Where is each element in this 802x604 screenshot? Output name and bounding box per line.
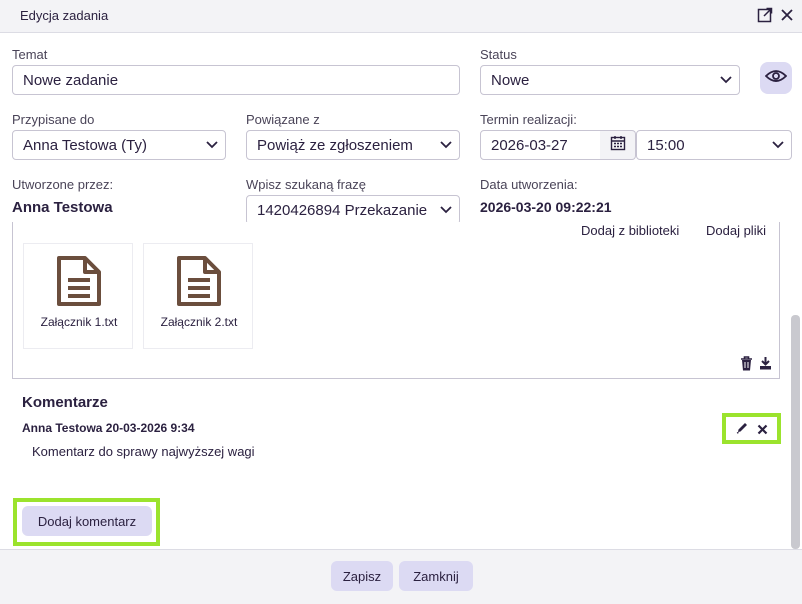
search-phrase-label: Wpisz szukaną frazę [246,177,366,192]
comment-actions-highlight [722,413,781,444]
created-by-label: Utworzone przez: [12,177,114,192]
document-icon [57,256,101,311]
attachment-card[interactable]: Załącznik 2.txt [143,243,253,349]
task-edit-dialog: Edycja zadania Temat Nowe zadanie Status… [0,0,802,604]
related-label: Powiązane z [246,112,320,127]
add-files-link[interactable]: Dodaj pliki [706,223,766,238]
attachment-card[interactable]: Załącznik 1.txt [23,243,133,349]
open-external-icon[interactable] [756,6,774,24]
deadline-label: Termin realizacji: [480,112,577,127]
dialog-titlebar: Edycja zadania [0,0,802,33]
deadline-date-input[interactable]: 2026-03-27 [480,130,601,160]
close-icon[interactable] [778,6,796,24]
status-select[interactable]: Nowe [480,65,740,95]
search-phrase-select[interactable]: 1420426894 Przekazanie [246,195,460,225]
created-date-label: Data utworzenia: [480,177,578,192]
chevron-down-icon [713,76,739,84]
related-select[interactable]: Powiąż ze zgłoszeniem [246,130,460,160]
created-date-value: 2026-03-20 09:22:21 [480,199,612,215]
chevron-down-icon [433,206,459,214]
document-icon [177,256,221,311]
assigned-select[interactable]: Anna Testowa (Ty) [12,130,226,160]
close-button[interactable]: Zamknij [399,561,473,591]
chevron-down-icon [199,141,225,149]
created-by-value: Anna Testowa [12,199,113,216]
eye-icon [764,69,788,88]
watch-button[interactable] [760,62,792,94]
add-from-library-link[interactable]: Dodaj z biblioteki [581,223,679,238]
calendar-button[interactable] [600,130,636,160]
status-label: Status [480,47,517,62]
dialog-footer: Zapisz Zamknij [0,549,802,604]
attachment-name: Załącznik 1.txt [40,315,118,329]
comment-text: Komentarz do sprawy najwyższej wagi [32,444,255,459]
chevron-down-icon [765,141,791,149]
dialog-title: Edycja zadania [20,8,109,23]
save-button[interactable]: Zapisz [331,561,393,591]
scrollbar[interactable] [791,315,800,549]
comment-author-date: Anna Testowa 20-03-2026 9:34 [22,421,195,435]
trash-icon[interactable] [740,356,753,376]
chevron-down-icon [433,141,459,149]
download-icon[interactable] [759,356,772,375]
subject-label: Temat [12,47,48,62]
assigned-label: Przypisane do [12,112,95,127]
delete-comment-icon[interactable] [757,422,768,440]
subject-input[interactable]: Nowe zadanie [12,65,460,95]
add-comment-button[interactable]: Dodaj komentarz [22,506,152,536]
deadline-time-select[interactable]: 15:00 [636,130,792,160]
calendar-icon [610,135,626,156]
pencil-icon[interactable] [736,421,749,439]
comments-heading: Komentarze [22,394,108,411]
attachment-name: Załącznik 2.txt [160,315,238,329]
